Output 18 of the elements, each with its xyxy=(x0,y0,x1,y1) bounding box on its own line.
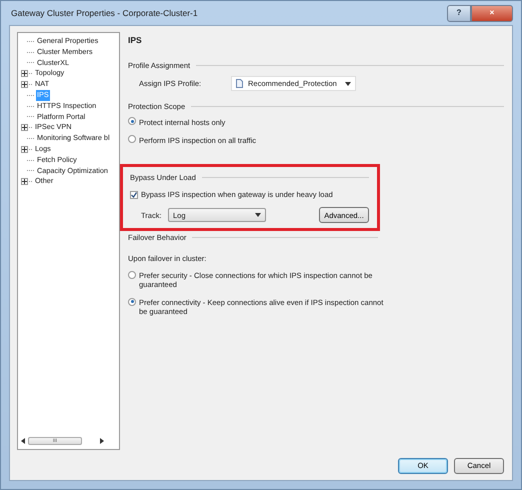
caret-icon xyxy=(255,212,261,218)
help-button[interactable]: ? xyxy=(447,4,471,22)
expand-toggle-icon[interactable] xyxy=(21,124,28,132)
window-title: Gateway Cluster Properties - Corporate-Cluster-1 xyxy=(10,6,198,20)
scroll-left-icon xyxy=(21,438,25,444)
radio-button[interactable] xyxy=(128,117,136,126)
expand-toggle-icon[interactable] xyxy=(21,178,28,186)
checkbox[interactable] xyxy=(130,190,138,199)
radio-button[interactable] xyxy=(128,134,136,142)
expand-toggle-icon[interactable] xyxy=(21,70,28,78)
caret-icon xyxy=(345,80,351,86)
page-title: IPS xyxy=(128,34,143,47)
expand-toggle-icon[interactable] xyxy=(21,146,28,153)
radio-button[interactable] xyxy=(128,298,136,306)
radio-button[interactable] xyxy=(128,270,136,279)
expand-toggle-icon[interactable] xyxy=(21,81,28,88)
scroll-right-icon xyxy=(100,438,104,444)
document-icon xyxy=(236,79,243,88)
